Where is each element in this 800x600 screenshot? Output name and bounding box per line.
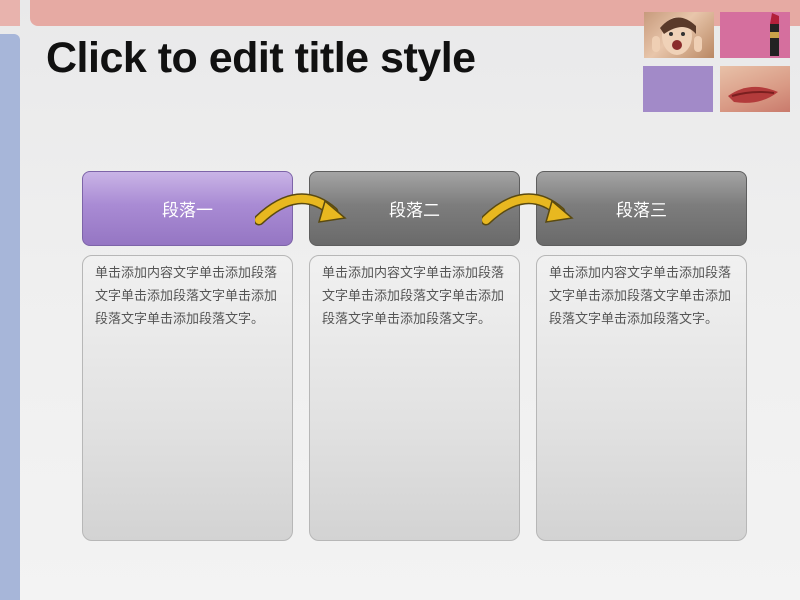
- curved-arrow-right-icon: [482, 193, 574, 226]
- step-body-three[interactable]: 单击添加内容文字单击添加段落文字单击添加段落文字单击添加段落文字单击添加段落文字…: [536, 255, 747, 541]
- step-body-two[interactable]: 单击添加内容文字单击添加段落文字单击添加段落文字单击添加段落文字单击添加段落文字…: [309, 255, 520, 541]
- left-decorative-band: [0, 34, 20, 600]
- photo-tile-face: [644, 12, 714, 58]
- purple-tile: [643, 66, 713, 112]
- lipstick-tile: [720, 12, 790, 58]
- top-band-left-segment: [0, 0, 20, 26]
- step-body-one[interactable]: 单击添加内容文字单击添加段落文字单击添加段落文字单击添加段落文字单击添加段落文字…: [82, 255, 293, 541]
- curved-arrow-right-icon: [255, 193, 347, 226]
- photo-tile-lips: [720, 66, 790, 112]
- slide-title[interactable]: Click to edit title style: [46, 34, 476, 83]
